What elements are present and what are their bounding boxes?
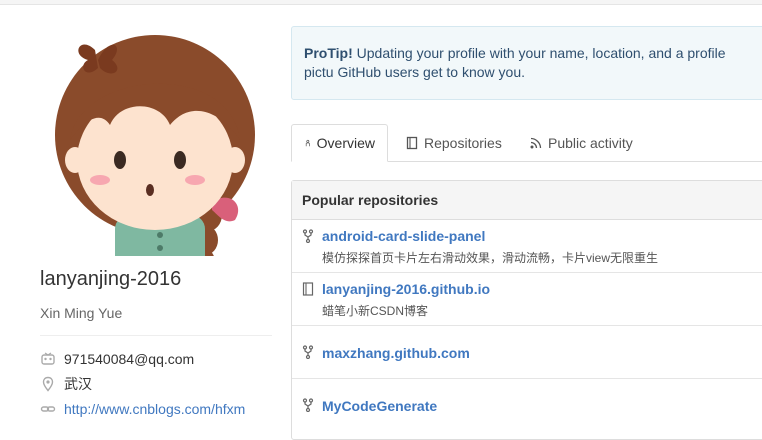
profile-username: Xin Ming Yue: [40, 305, 123, 321]
repo-link[interactable]: lanyanjing-2016.github.io: [322, 281, 490, 297]
repo-row: maxzhang.github.com: [292, 326, 762, 379]
repo-row: android-card-slide-panel 模仿探探首页卡片左右滑动效果，…: [292, 220, 762, 273]
profile-fullname: lanyanjing-2016: [40, 268, 182, 290]
tab-public-activity[interactable]: Public activity: [519, 124, 643, 161]
fork-icon: [302, 345, 314, 359]
repo-link[interactable]: maxzhang.github.com: [322, 345, 470, 361]
repo-description: 模仿探探首页卡片左右滑动效果，滑动流畅，卡片view无限重生: [322, 251, 659, 265]
location-icon: [42, 376, 54, 392]
repo-row: lanyanjing-2016.github.io 蜡笔小新CSDN博客: [292, 273, 762, 326]
profile-location: 武汉: [64, 376, 92, 392]
tab-repositories-label: Repositories: [424, 134, 502, 151]
protip-banner: ProTip! Updating your profile with your …: [291, 26, 762, 100]
overview-icon: [305, 139, 310, 147]
repo-link[interactable]: android-card-slide-panel: [322, 228, 485, 244]
fork-icon: [302, 398, 314, 412]
top-bar-edge: [0, 0, 762, 5]
protip-text: Updating your profile with your name, lo…: [304, 45, 726, 80]
book-icon: [302, 282, 314, 296]
profile-email-row: 971540084@qq.com: [40, 349, 194, 369]
profile-location-row: 武汉: [40, 374, 92, 394]
profile-email[interactable]: 971540084@qq.com: [64, 351, 194, 367]
tab-overview[interactable]: Overview: [291, 124, 388, 162]
tab-public-activity-label: Public activity: [548, 134, 633, 151]
avatar-illustration: [55, 35, 255, 256]
repo-description: 蜡笔小新CSDN博客: [322, 304, 429, 318]
protip-label: ProTip!: [304, 45, 353, 61]
popular-repositories-header: Popular repositories: [292, 181, 762, 220]
rss-icon: [530, 137, 542, 148]
profile-tabs: Overview Repositories Public activity: [291, 124, 762, 162]
repo-link[interactable]: MyCodeGenerate: [322, 398, 437, 414]
avatar[interactable]: [40, 30, 270, 256]
profile-url-row: http://www.cnblogs.com/hfxm: [40, 399, 245, 419]
popular-repositories-title: Popular repositories: [302, 192, 439, 208]
fork-icon: [302, 229, 314, 243]
profile-divider: [40, 335, 272, 336]
tab-repositories[interactable]: Repositories: [395, 124, 512, 161]
link-icon: [40, 406, 56, 412]
repo-row: MyCodeGenerate: [292, 379, 762, 432]
organization-icon: [41, 352, 55, 365]
popular-repositories-box: Popular repositories android-card-slide-…: [291, 180, 762, 440]
repo-icon: [406, 136, 418, 149]
profile-url-link[interactable]: http://www.cnblogs.com/hfxm: [64, 401, 245, 417]
tab-overview-label: Overview: [316, 135, 375, 151]
